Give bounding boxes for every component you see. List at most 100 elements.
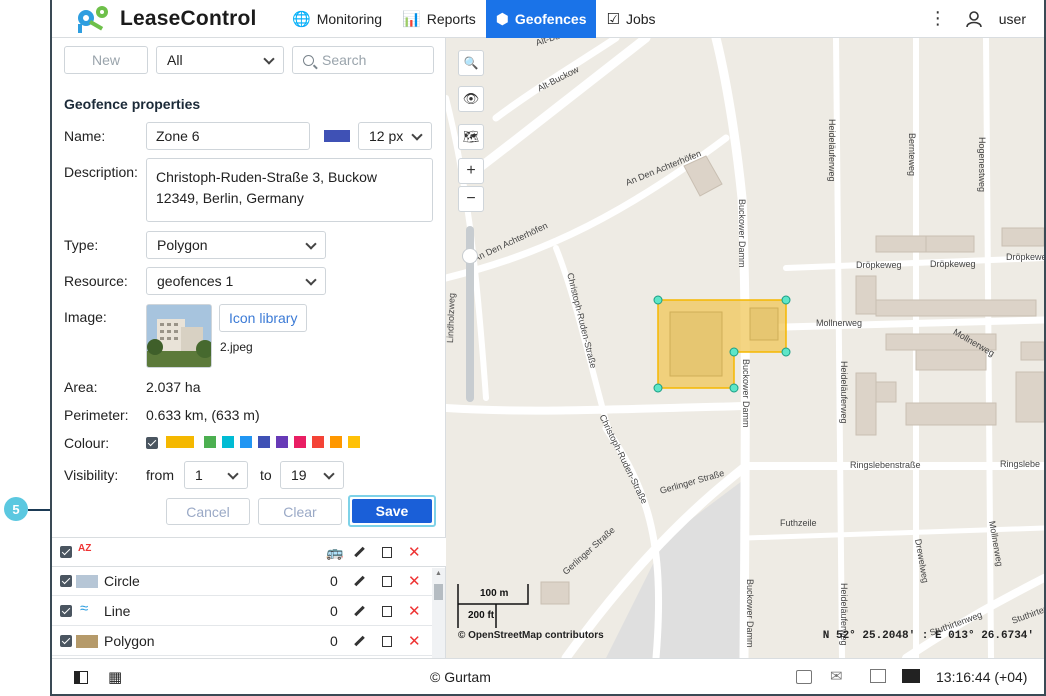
list-scrollbar[interactable]: ▲ — [432, 568, 445, 658]
search-placeholder: Search — [322, 52, 367, 68]
save-button[interactable]: Save — [352, 499, 432, 523]
street-label: Heideläuferweg — [839, 361, 849, 424]
chevron-down-icon — [305, 274, 317, 286]
select-all-checkbox[interactable] — [60, 546, 72, 558]
delete-all-icon[interactable]: ✕ — [408, 543, 421, 561]
apps-grid-icon[interactable]: ▦ — [108, 668, 122, 686]
copyright: © Gurtam — [430, 669, 491, 685]
minus-icon: − — [466, 190, 476, 207]
row-checkbox[interactable] — [60, 635, 72, 647]
map-canvas — [446, 38, 1044, 658]
chevron-down-icon — [227, 468, 239, 480]
colour-swatch[interactable] — [348, 436, 360, 448]
type-select[interactable]: Polygon — [146, 231, 326, 259]
notifications-icon[interactable] — [796, 670, 812, 684]
nav-reports[interactable]: 📊 Reports — [392, 0, 486, 38]
street-label: Dröpkeweg — [856, 260, 902, 270]
copy-icon[interactable] — [382, 603, 394, 617]
delete-icon[interactable]: ✕ — [408, 632, 421, 650]
copy-icon[interactable] — [382, 633, 394, 647]
wrench-icon[interactable] — [353, 546, 365, 558]
map-visibility-button[interactable]: 👁 — [458, 86, 484, 112]
list-item[interactable]: Polygon 0 ✕ — [52, 627, 432, 656]
nav-monitoring-label: Monitoring — [316, 10, 383, 27]
bus-icon[interactable]: 🚌 — [326, 544, 343, 561]
colour-swatch[interactable] — [330, 436, 342, 448]
description-field[interactable]: Christoph-Ruden-Straße 3, Buckow 12349, … — [146, 158, 433, 222]
zoom-in-button[interactable]: + — [458, 158, 484, 184]
visibility-to-select[interactable]: 19 — [280, 461, 344, 489]
icon-library-button[interactable]: Icon library — [219, 304, 308, 332]
chevron-down-icon — [305, 238, 317, 250]
sort-az-icon[interactable]: AZ — [78, 543, 91, 554]
visibility-from-select[interactable]: 1 — [184, 461, 248, 489]
row-checkbox[interactable] — [60, 575, 72, 587]
colour-checkbox[interactable] — [146, 437, 158, 449]
geofence-color-picker[interactable] — [324, 130, 350, 142]
geofence-image-thumbnail[interactable] — [146, 304, 212, 368]
list-item[interactable]: ≈ Line 0 ✕ — [52, 597, 432, 626]
colour-swatch[interactable] — [276, 436, 288, 448]
scroll-up-icon[interactable]: ▲ — [435, 570, 442, 577]
filter-select[interactable]: All — [156, 46, 284, 74]
logo-keys-icon — [72, 4, 116, 34]
nav-geofences[interactable]: ⬢ Geofences — [485, 0, 597, 38]
zoom-slider-handle[interactable] — [462, 248, 478, 264]
copy-icon[interactable] — [382, 544, 394, 558]
user-icon[interactable] — [965, 10, 983, 28]
list-item-name: Line — [104, 603, 131, 619]
row-checkbox[interactable] — [60, 605, 72, 617]
colour-swatch[interactable] — [294, 436, 306, 448]
cancel-button[interactable]: Cancel — [166, 498, 250, 525]
wrench-icon[interactable] — [353, 605, 365, 617]
panel-toggle-icon[interactable] — [74, 671, 88, 684]
search-input[interactable]: Search — [292, 46, 434, 74]
more-menu-icon[interactable]: ⋮ — [929, 8, 947, 29]
colour-swatch[interactable] — [222, 436, 234, 448]
plus-icon: + — [466, 162, 476, 179]
section-title: Geofence properties — [64, 96, 201, 112]
map-attribution[interactable]: © OpenStreetMap contributors — [458, 630, 604, 641]
wrench-icon[interactable] — [353, 635, 365, 647]
street-label: Dröpkeweg — [930, 259, 976, 269]
list-item[interactable]: Circle 0 ✕ — [52, 567, 432, 596]
list-item-name: Polygon — [104, 633, 155, 649]
map-view[interactable]: Alt-Buckow Alt-Buckow An Den Achterhöfen… — [446, 38, 1044, 658]
delete-icon[interactable]: ✕ — [408, 572, 421, 590]
colour-swatch[interactable] — [240, 436, 252, 448]
perimeter-value: 0.633 km, (633 m) — [146, 407, 260, 423]
colour-swatch[interactable] — [312, 436, 324, 448]
map-search-button[interactable]: 🔍 — [458, 50, 484, 76]
nav-jobs[interactable]: ☑ Jobs — [596, 0, 665, 38]
clock: 13:16:44 (+04) — [936, 669, 1028, 685]
gallery-icon[interactable] — [870, 669, 886, 683]
street-label: Ringslebenstraße — [850, 460, 921, 470]
name-field[interactable]: Zone 6 — [146, 122, 310, 150]
description-label: Description: — [64, 164, 138, 180]
app-logo[interactable]: LeaseControl — [52, 0, 282, 38]
messages-icon[interactable]: ✉ — [830, 667, 843, 685]
new-button[interactable]: New — [64, 46, 148, 74]
street-label: Ringslebe — [1000, 459, 1041, 469]
geofence-icon: ⬢ — [495, 10, 509, 28]
user-name[interactable]: user — [999, 11, 1026, 27]
map-layers-button[interactable]: 🗺 — [458, 124, 484, 150]
delete-icon[interactable]: ✕ — [408, 602, 421, 620]
colour-swatch[interactable] — [204, 436, 216, 448]
status-bar: ▦ © Gurtam ✉ 13:16:44 (+04) — [52, 658, 1044, 694]
resource-select[interactable]: geofences 1 — [146, 267, 326, 295]
app-name: LeaseControl — [120, 6, 257, 30]
colour-swatch[interactable] — [258, 436, 270, 448]
layout-icon[interactable] — [902, 669, 920, 683]
nav-monitoring[interactable]: 🌐 Monitoring — [282, 0, 392, 38]
scrollbar-thumb[interactable] — [434, 584, 443, 600]
chevron-down-icon — [323, 468, 335, 480]
area-value: 2.037 ha — [146, 379, 201, 395]
copy-icon[interactable] — [382, 573, 394, 587]
line-width-select[interactable]: 12 px — [358, 122, 432, 150]
clear-button[interactable]: Clear — [258, 498, 342, 525]
wrench-icon[interactable] — [353, 575, 365, 587]
zoom-out-button[interactable]: − — [458, 186, 484, 212]
resource-label: Resource: — [64, 273, 128, 289]
colour-swatch-selected[interactable] — [166, 436, 194, 448]
